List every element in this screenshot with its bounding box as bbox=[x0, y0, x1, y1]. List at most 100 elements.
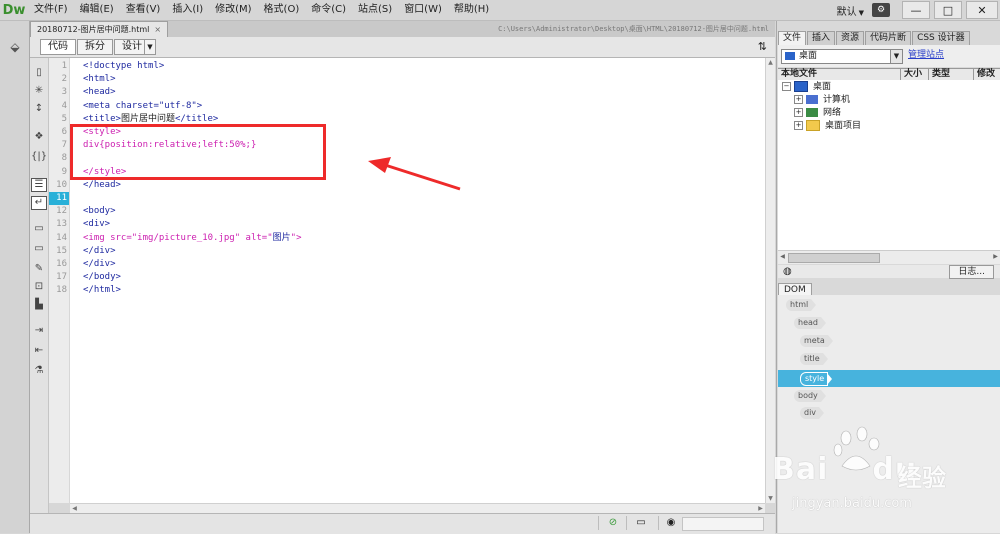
line-number[interactable]: 9 bbox=[49, 166, 67, 179]
minimize-button[interactable]: — bbox=[902, 1, 930, 19]
select-parent-tag-icon[interactable]: ❖ bbox=[31, 130, 47, 144]
menu-edit[interactable]: 编辑(E) bbox=[74, 0, 120, 20]
line-number[interactable]: 7 bbox=[49, 139, 67, 152]
scroll-left-icon[interactable]: ◀ bbox=[778, 252, 787, 262]
menu-commands[interactable]: 命令(C) bbox=[305, 0, 352, 20]
code-line[interactable]: </head> bbox=[83, 179, 121, 192]
log-button[interactable]: 日志... bbox=[949, 265, 994, 279]
expand-icon[interactable]: + bbox=[794, 121, 803, 130]
code-view-button[interactable]: 代码 bbox=[40, 39, 76, 55]
site-select[interactable]: 桌面 ▼ bbox=[781, 49, 903, 64]
format-source-icon[interactable]: ⚗ bbox=[31, 364, 47, 378]
expand-icon[interactable]: + bbox=[794, 108, 803, 117]
word-wrap-icon[interactable]: ↵ bbox=[31, 196, 47, 210]
tab-snippets[interactable]: 代码片断 bbox=[865, 31, 912, 45]
tab-css-designer[interactable]: CSS 设计器 bbox=[912, 31, 970, 45]
open-documents-icon[interactable]: ▯ bbox=[31, 66, 47, 80]
line-numbers-icon[interactable]: ☰ bbox=[31, 178, 47, 192]
menu-insert[interactable]: 插入(I) bbox=[166, 0, 209, 20]
apply-comment-icon[interactable]: ▭ bbox=[31, 222, 47, 236]
move-css-icon[interactable]: ▙ bbox=[31, 298, 47, 312]
settings-icon[interactable]: ⚙ bbox=[872, 3, 890, 17]
code-line[interactable]: <html> bbox=[83, 73, 116, 86]
dom-node-meta[interactable]: meta bbox=[800, 335, 833, 347]
dom-node-style[interactable]: style bbox=[800, 372, 833, 386]
column-modified[interactable]: 修改 bbox=[977, 69, 995, 80]
code-line[interactable]: </div> bbox=[83, 258, 116, 271]
line-number[interactable]: 12 bbox=[49, 205, 67, 218]
tab-assets[interactable]: 资源 bbox=[836, 31, 865, 45]
tree-item-desktop-items[interactable]: + 桌面项目 bbox=[794, 120, 861, 133]
line-number[interactable]: 16 bbox=[49, 258, 67, 271]
line-number[interactable]: 10 bbox=[49, 179, 67, 192]
menu-site[interactable]: 站点(S) bbox=[352, 0, 398, 20]
menu-modify[interactable]: 修改(M) bbox=[209, 0, 257, 20]
workspace-preset[interactable]: 默认 ▼ bbox=[829, 3, 872, 18]
column-size[interactable]: 大小 bbox=[904, 69, 922, 80]
dom-node-html[interactable]: html bbox=[786, 299, 817, 311]
document-tab[interactable]: 20180712-图片居中问题.html × bbox=[30, 21, 169, 38]
validation-ok-icon[interactable]: ⊘ bbox=[606, 517, 620, 529]
wrap-tag-icon[interactable]: ✎ bbox=[31, 262, 47, 276]
scroll-up-icon[interactable]: ▲ bbox=[766, 58, 775, 67]
line-number[interactable]: 18 bbox=[49, 284, 67, 297]
line-number[interactable]: 1 bbox=[49, 60, 67, 73]
code-line[interactable]: <!doctype html> bbox=[83, 60, 164, 73]
line-number[interactable]: 2 bbox=[49, 73, 67, 86]
line-number[interactable]: 13 bbox=[49, 218, 67, 231]
dom-node-body[interactable]: body bbox=[794, 390, 826, 402]
scroll-right-icon[interactable]: ▶ bbox=[756, 504, 765, 513]
code-line[interactable]: </html> bbox=[83, 284, 121, 297]
tree-item-computer[interactable]: + 计算机 bbox=[794, 94, 850, 107]
menu-view[interactable]: 查看(V) bbox=[120, 0, 167, 20]
code-line[interactable]: <meta charset="utf-8"> bbox=[83, 100, 202, 113]
live-view-icon[interactable]: ◉ bbox=[664, 517, 678, 529]
tab-insert[interactable]: 插入 bbox=[807, 31, 836, 45]
screen-size-icon[interactable]: ▭ bbox=[634, 517, 648, 529]
line-number[interactable]: 4 bbox=[49, 100, 67, 113]
outdent-icon[interactable]: ⇤ bbox=[31, 344, 47, 358]
maximize-button[interactable]: □ bbox=[934, 1, 962, 19]
code-line[interactable]: <div> bbox=[83, 218, 110, 231]
column-type[interactable]: 类型 bbox=[932, 69, 950, 80]
menu-format[interactable]: 格式(O) bbox=[258, 0, 306, 20]
tab-files[interactable]: 文件 bbox=[778, 31, 807, 45]
menu-file[interactable]: 文件(F) bbox=[28, 0, 74, 20]
menu-help[interactable]: 帮助(H) bbox=[448, 0, 495, 20]
code-line[interactable]: </body> bbox=[83, 271, 121, 284]
dom-node-title[interactable]: title bbox=[800, 353, 828, 365]
code-line[interactable]: <head> bbox=[83, 86, 116, 99]
split-view-button[interactable]: 拆分 bbox=[77, 39, 113, 55]
globe-icon[interactable]: ◍ bbox=[783, 266, 792, 277]
line-number[interactable]: 5 bbox=[49, 113, 67, 126]
balance-braces-icon[interactable]: {|} bbox=[31, 150, 47, 164]
line-number[interactable]: 17 bbox=[49, 271, 67, 284]
scroll-thumb[interactable] bbox=[788, 253, 880, 263]
close-button[interactable]: ✕ bbox=[966, 1, 998, 19]
code-line[interactable]: <body> bbox=[83, 205, 116, 218]
menu-window[interactable]: 窗口(W) bbox=[398, 0, 448, 20]
collapse-icon[interactable]: − bbox=[782, 82, 791, 91]
code-horizontal-scrollbar[interactable]: ◀ ▶ bbox=[70, 503, 765, 513]
3d-box-icon[interactable]: ⬙ bbox=[7, 39, 23, 55]
chevron-down-icon[interactable]: ▼ bbox=[890, 50, 902, 63]
scroll-right-icon[interactable]: ▶ bbox=[991, 252, 1000, 262]
tree-item-desktop[interactable]: − 桌面 bbox=[782, 81, 831, 94]
code-line[interactable]: </div> bbox=[83, 245, 116, 258]
line-number[interactable]: 11 bbox=[49, 192, 69, 205]
expand-all-icon[interactable]: ↕ bbox=[31, 102, 47, 116]
code-line[interactable]: <img src="img/picture_10.jpg" alt="图片"> bbox=[83, 232, 302, 245]
expand-icon[interactable]: + bbox=[794, 95, 803, 104]
line-number[interactable]: 3 bbox=[49, 86, 67, 99]
line-number[interactable]: 6 bbox=[49, 126, 67, 139]
dom-node-head[interactable]: head bbox=[794, 317, 826, 329]
close-tab-icon[interactable]: × bbox=[154, 25, 161, 34]
tree-item-network[interactable]: + 网络 bbox=[794, 107, 841, 120]
dom-node-div[interactable]: div bbox=[800, 407, 825, 419]
view-dropdown-icon[interactable]: ▼ bbox=[144, 39, 156, 55]
indent-icon[interactable]: ⇥ bbox=[31, 324, 47, 338]
files-horizontal-scrollbar[interactable]: ◀ ▶ bbox=[778, 250, 1000, 264]
line-number[interactable]: 15 bbox=[49, 245, 67, 258]
line-number[interactable]: 8 bbox=[49, 152, 67, 165]
sort-icon[interactable]: ⇅ bbox=[758, 40, 767, 53]
